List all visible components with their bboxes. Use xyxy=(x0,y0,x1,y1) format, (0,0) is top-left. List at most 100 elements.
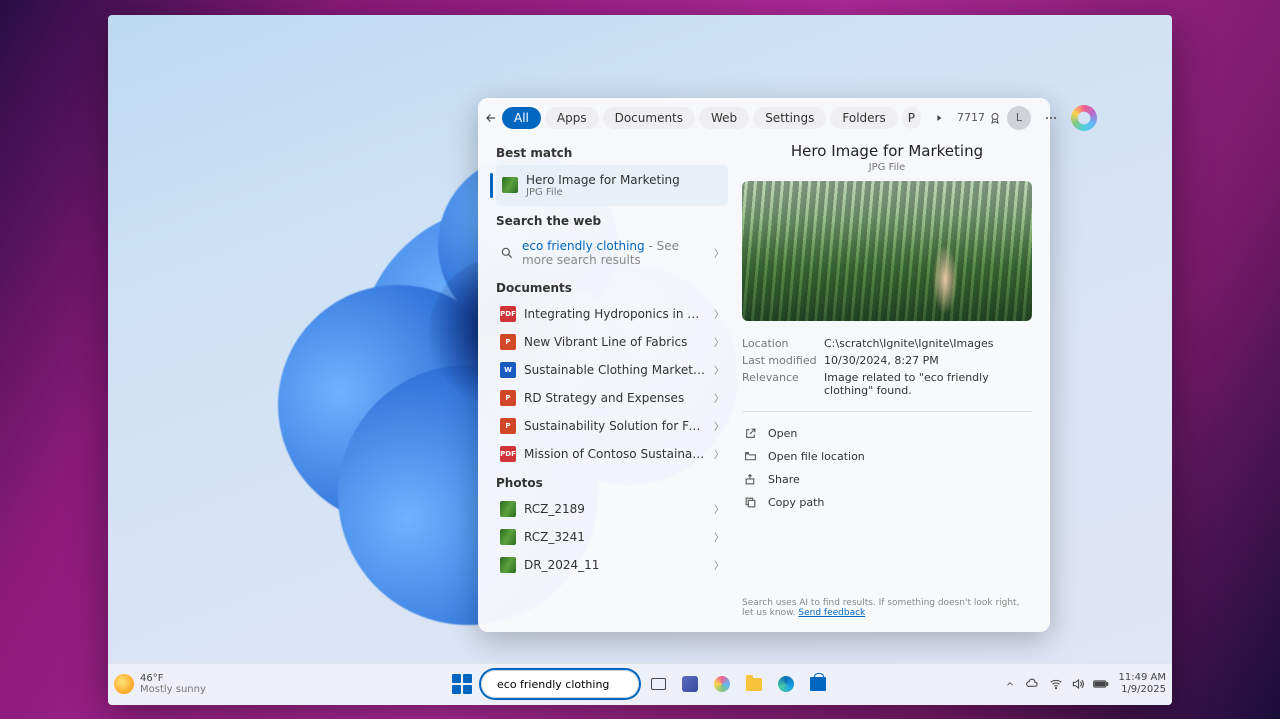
tabs-scroll-right[interactable] xyxy=(925,104,953,132)
best-match-result[interactable]: Hero Image for Marketing JPG File xyxy=(496,165,728,206)
weather-cond: Mostly sunny xyxy=(140,684,206,695)
taskbar: 46°F Mostly sunny xyxy=(108,663,1172,705)
user-avatar[interactable]: L xyxy=(1007,106,1031,130)
action-copy-path[interactable]: Copy path xyxy=(742,491,1032,514)
thumbnail-icon xyxy=(500,501,516,517)
copy-icon xyxy=(744,496,758,509)
tab-settings[interactable]: Settings xyxy=(753,107,826,129)
wifi-icon[interactable] xyxy=(1049,677,1063,691)
chevron-right-icon: 〉 xyxy=(714,334,724,349)
more-options-button[interactable] xyxy=(1037,104,1065,132)
web-search-result[interactable]: eco friendly clothing - See more search … xyxy=(496,233,728,273)
result-title: DR_2024_11 xyxy=(524,558,706,572)
thumbnail-icon xyxy=(500,557,516,573)
tab-documents[interactable]: Documents xyxy=(603,107,695,129)
tab-folders[interactable]: Folders xyxy=(830,107,897,129)
rewards-icon xyxy=(989,112,1001,124)
chevron-right-icon: 〉 xyxy=(714,557,724,572)
result-subtitle: JPG File xyxy=(526,187,680,198)
send-feedback-link[interactable]: Send feedback xyxy=(798,608,865,618)
document-result[interactable]: P New Vibrant Line of Fabrics 〉 xyxy=(496,328,728,356)
thumbnail-icon xyxy=(500,529,516,545)
ai-disclaimer: Search uses AI to find results. If somet… xyxy=(742,590,1032,622)
ppt-icon: P xyxy=(500,334,516,350)
thumbnail-icon xyxy=(502,177,518,193)
weather-temp: 46°F xyxy=(140,673,206,684)
rewards-points[interactable]: 7717 xyxy=(957,111,1001,124)
result-title: Mission of Contoso Sustainable F... xyxy=(524,447,706,461)
onedrive-icon[interactable] xyxy=(1025,677,1039,691)
result-title: Hero Image for Marketing xyxy=(526,173,680,187)
action-open-location[interactable]: Open file location xyxy=(742,445,1032,468)
teams-icon[interactable] xyxy=(677,671,703,697)
clock[interactable]: 11:49 AM 1/9/2025 xyxy=(1119,672,1166,696)
back-button[interactable] xyxy=(484,104,498,132)
tab-web[interactable]: Web xyxy=(699,107,749,129)
result-title: New Vibrant Line of Fabrics xyxy=(524,335,706,349)
result-title: RCZ_2189 xyxy=(524,502,706,516)
result-title: Integrating Hydroponics in Manu... xyxy=(524,307,706,321)
web-query: eco friendly clothing xyxy=(522,239,645,253)
pdf-icon: PDF xyxy=(500,306,516,322)
start-button[interactable] xyxy=(449,671,475,697)
meta-modified-value: 10/30/2024, 8:27 PM xyxy=(824,354,939,367)
copilot-icon[interactable] xyxy=(1071,105,1097,131)
section-photos: Photos xyxy=(496,476,728,490)
chevron-right-icon: 〉 xyxy=(714,362,724,377)
photo-result[interactable]: DR_2024_11 〉 xyxy=(496,551,728,579)
open-icon xyxy=(744,427,758,440)
points-value: 7717 xyxy=(957,111,985,124)
tab-more-p[interactable]: P xyxy=(902,107,921,129)
pdf-icon: PDF xyxy=(500,446,516,462)
search-input[interactable] xyxy=(497,678,642,691)
action-open[interactable]: Open xyxy=(742,422,1032,445)
section-best-match: Best match xyxy=(496,146,728,160)
search-panel-header: All Apps Documents Web Settings Folders … xyxy=(478,98,1050,136)
result-title: RCZ_3241 xyxy=(524,530,706,544)
photo-result[interactable]: RCZ_2189 〉 xyxy=(496,495,728,523)
battery-icon[interactable] xyxy=(1093,677,1109,691)
weather-widget[interactable]: 46°F Mostly sunny xyxy=(114,673,206,695)
store-icon[interactable] xyxy=(805,671,831,697)
divider xyxy=(742,411,1032,412)
result-title: Sustainability Solution for Future ... xyxy=(524,419,706,433)
chevron-right-icon: 〉 xyxy=(714,418,724,433)
preview-image xyxy=(742,181,1032,321)
search-panel: All Apps Documents Web Settings Folders … xyxy=(478,98,1050,632)
taskbar-search[interactable] xyxy=(481,670,639,698)
tray-overflow-icon[interactable] xyxy=(1005,679,1015,689)
document-result[interactable]: PDF Mission of Contoso Sustainable F... … xyxy=(496,440,728,468)
document-result[interactable]: W Sustainable Clothing Marketing ... 〉 xyxy=(496,356,728,384)
doc-icon: W xyxy=(500,362,516,378)
meta-relevance-value: Image related to "eco friendly clothing"… xyxy=(824,371,1032,397)
ppt-icon: P xyxy=(500,390,516,406)
file-explorer-icon[interactable] xyxy=(741,671,767,697)
section-search-web: Search the web xyxy=(496,214,728,228)
tab-apps[interactable]: Apps xyxy=(545,107,599,129)
chevron-right-icon: 〉 xyxy=(714,529,724,544)
document-result[interactable]: PDF Integrating Hydroponics in Manu... 〉 xyxy=(496,300,728,328)
chevron-right-icon: 〉 xyxy=(714,390,724,405)
task-view-button[interactable] xyxy=(645,671,671,697)
chevron-right-icon: 〉 xyxy=(714,306,724,321)
copilot-taskbar-icon[interactable] xyxy=(709,671,735,697)
tab-all[interactable]: All xyxy=(502,107,541,129)
preview-filetype: JPG File xyxy=(742,162,1032,173)
document-result[interactable]: P RD Strategy and Expenses 〉 xyxy=(496,384,728,412)
volume-icon[interactable] xyxy=(1071,677,1085,691)
filter-tabs: All Apps Documents Web Settings Folders … xyxy=(502,104,953,132)
chevron-right-icon: 〉 xyxy=(714,501,724,516)
share-icon xyxy=(744,473,758,486)
document-result[interactable]: P Sustainability Solution for Future ...… xyxy=(496,412,728,440)
preview-pane: Hero Image for Marketing JPG File Locati… xyxy=(736,136,1044,622)
meta-location-key: Location xyxy=(742,337,824,350)
preview-title: Hero Image for Marketing xyxy=(742,142,1032,160)
edge-icon[interactable] xyxy=(773,671,799,697)
meta-location-value: C:\scratch\Ignite\Ignite\Images xyxy=(824,337,993,350)
action-share[interactable]: Share xyxy=(742,468,1032,491)
photo-result[interactable]: RCZ_3241 〉 xyxy=(496,523,728,551)
search-icon xyxy=(500,246,514,260)
folder-open-icon xyxy=(744,450,758,463)
result-title: RD Strategy and Expenses xyxy=(524,391,706,405)
chevron-right-icon: 〉 xyxy=(714,446,724,461)
